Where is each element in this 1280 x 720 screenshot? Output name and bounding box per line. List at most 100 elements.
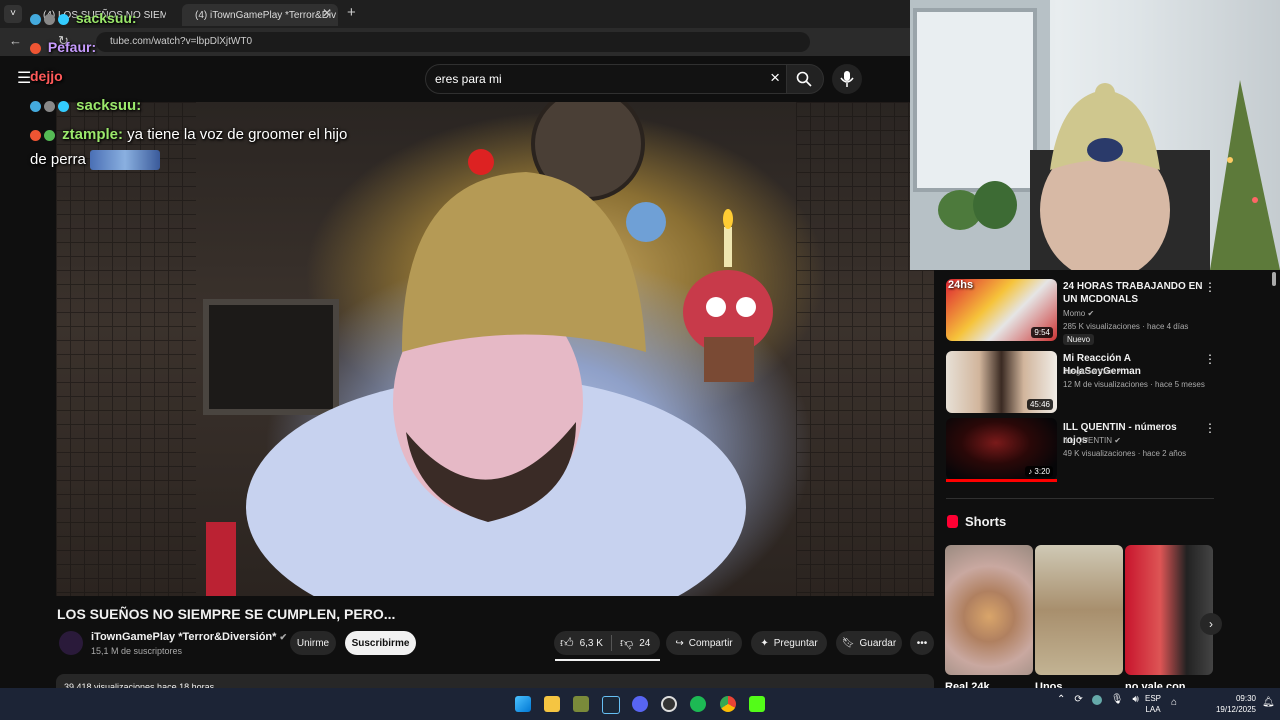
close-tab-icon[interactable]: ✕ (322, 6, 332, 20)
sidebar-divider (946, 498, 1214, 499)
short-thumbnail[interactable] (1125, 545, 1213, 675)
chat-username: Pefaur: (47, 39, 97, 55)
badge-icon (44, 129, 55, 141)
chat-message: de perra (30, 150, 161, 170)
video-duration: 45:46 (1026, 399, 1053, 410)
related-video-meta: 49 K visualizaciones · hace 2 años (1063, 449, 1187, 458)
discord-icon[interactable] (632, 696, 648, 712)
channel-avatar[interactable] (59, 631, 83, 655)
share-button[interactable]: ↪ Compartir (666, 631, 742, 655)
more-vertical-icon[interactable]: ⋮ (1204, 421, 1216, 435)
tab-list-dropdown[interactable]: ˅ (4, 5, 22, 23)
verified-icon: ✔ (1115, 367, 1123, 376)
clock[interactable]: 09:30 19/12/2025 (1208, 693, 1256, 715)
spotify-icon[interactable] (690, 696, 706, 712)
more-actions-button[interactable]: ••• (910, 631, 934, 655)
layout-code: LAA (1145, 705, 1161, 714)
related-video-channel-name: Momo (1063, 309, 1086, 318)
address-bar: ← ↻ tube.com/watch?v=lbpDlXjtWT0 (0, 28, 910, 56)
tab-2[interactable]: (4) iTownGamePlay *Terror&Div (182, 4, 338, 26)
more-vertical-icon[interactable]: ⋮ (1204, 352, 1216, 366)
chat-username: sacksuu: (75, 10, 137, 26)
language-code: ESP (1145, 694, 1162, 703)
save-label: Guardar (859, 637, 897, 649)
steam-icon[interactable] (602, 696, 620, 714)
share-label: Compartir (688, 637, 733, 649)
search-icon (796, 71, 812, 87)
chat-message: dejjo (30, 68, 63, 84)
chevron-up-icon[interactable]: ⌃ (1057, 694, 1065, 705)
system-tray: ⌃ ⟳ 🎙︎ 🔊︎ (1057, 694, 1139, 705)
like-divider (611, 635, 612, 651)
ask-label: Preguntar (773, 637, 818, 649)
network-icon[interactable]: ⌂ (1171, 697, 1177, 708)
thumbs-up-icon: 👍︎ (560, 635, 574, 650)
kick-icon[interactable] (749, 696, 765, 712)
back-icon[interactable]: ← (9, 33, 22, 48)
chat-text: ya tiene la voz de groomer el hijo (123, 126, 348, 143)
search-input[interactable]: eres para mi (435, 72, 502, 86)
notifications-icon[interactable]: 🔔︎ (1262, 697, 1275, 708)
sync-icon[interactable]: ⟳ (1074, 694, 1082, 705)
voice-search-button[interactable] (832, 64, 862, 94)
tray-app-icon[interactable] (1091, 694, 1102, 705)
windows-start-icon[interactable] (515, 696, 531, 712)
badge-icon (58, 100, 69, 112)
url-text: tube.com/watch?v=lbpDlXjtWT0 (110, 36, 253, 47)
badge-icon (30, 100, 41, 112)
sidebar-scrollbar[interactable] (1272, 272, 1276, 286)
microphone-icon[interactable]: 🎙︎ (1111, 694, 1124, 705)
related-video-channel[interactable]: JuegaGerman ✔ (1063, 367, 1123, 376)
related-video-channel[interactable]: Momo ✔ (1063, 309, 1094, 318)
join-button[interactable]: Unirme (290, 631, 336, 655)
related-video-thumbnail[interactable]: 45:46 (946, 351, 1057, 413)
new-tab-button[interactable]: + (347, 4, 356, 21)
chat-message: sacksuu: (30, 10, 137, 26)
short-thumbnail[interactable] (945, 545, 1033, 675)
like-button[interactable]: 👍︎ 6,3 K (560, 635, 603, 651)
channel-name-text: iTownGamePlay *Terror&Diversión* (91, 631, 277, 643)
watch-progress-bar (946, 479, 1057, 482)
dislike-button[interactable]: 👎︎ 24 (620, 635, 650, 651)
file-explorer-icon[interactable] (544, 696, 560, 712)
video-player[interactable] (56, 102, 934, 596)
badge-icon (30, 42, 41, 54)
related-video-title[interactable]: 24 HORAS TRABAJANDO EN UN MCDONALS (1063, 280, 1203, 306)
microphone-icon (840, 71, 854, 87)
thumbnail-overlay-text: 24hs (948, 279, 974, 291)
channel-name[interactable]: iTownGamePlay *Terror&Diversión* ✔ (91, 631, 287, 643)
next-shorts-button[interactable]: › (1200, 613, 1222, 635)
badge-icon (30, 13, 41, 25)
badge-icon (44, 100, 55, 112)
short-thumbnail[interactable] (1035, 545, 1123, 675)
video-frame (203, 102, 773, 596)
chrome-icon[interactable] (720, 696, 736, 712)
sparkle-icon: ✦ (760, 637, 769, 649)
obs-icon[interactable] (661, 696, 677, 712)
app-icon[interactable] (573, 696, 589, 712)
video-duration: ♪ 3:20 (1025, 466, 1053, 477)
related-video-thumbnail[interactable]: ♪ 3:20 (946, 418, 1057, 480)
related-video-channel[interactable]: ILL QUENTIN ✔ (1063, 436, 1121, 445)
badge-icon (58, 13, 69, 25)
search-button[interactable] (786, 64, 824, 94)
related-video-meta: 285 K visualizaciones · hace 4 días (1063, 322, 1189, 331)
ask-button[interactable]: ✦ Preguntar (751, 631, 827, 655)
url-field[interactable]: tube.com/watch?v=lbpDlXjtWT0 (96, 32, 810, 52)
thumbs-down-icon: 👎︎ (620, 635, 634, 650)
search-box[interactable]: eres para mi × (425, 64, 787, 94)
save-button[interactable]: 🔖︎ Guardar (836, 631, 902, 655)
chat-text: de perra (30, 150, 86, 168)
webcam-frame (910, 0, 1280, 270)
video-duration-text: 3:20 (1034, 467, 1050, 476)
emote-icon (90, 150, 161, 170)
related-video-thumbnail[interactable]: 24hs 9:54 (946, 279, 1057, 341)
chat-message: ztample: ya tiene la voz de groomer el h… (30, 126, 347, 143)
badge-icon (30, 129, 41, 141)
language-indicator[interactable]: ESP LAA (1145, 693, 1161, 715)
more-vertical-icon[interactable]: ⋮ (1204, 280, 1216, 294)
volume-icon[interactable]: 🔊︎ (1132, 694, 1138, 705)
clear-search-icon[interactable]: × (770, 68, 780, 88)
shorts-heading: Shorts (947, 514, 1006, 529)
subscribe-button[interactable]: Suscribirme (345, 631, 416, 655)
